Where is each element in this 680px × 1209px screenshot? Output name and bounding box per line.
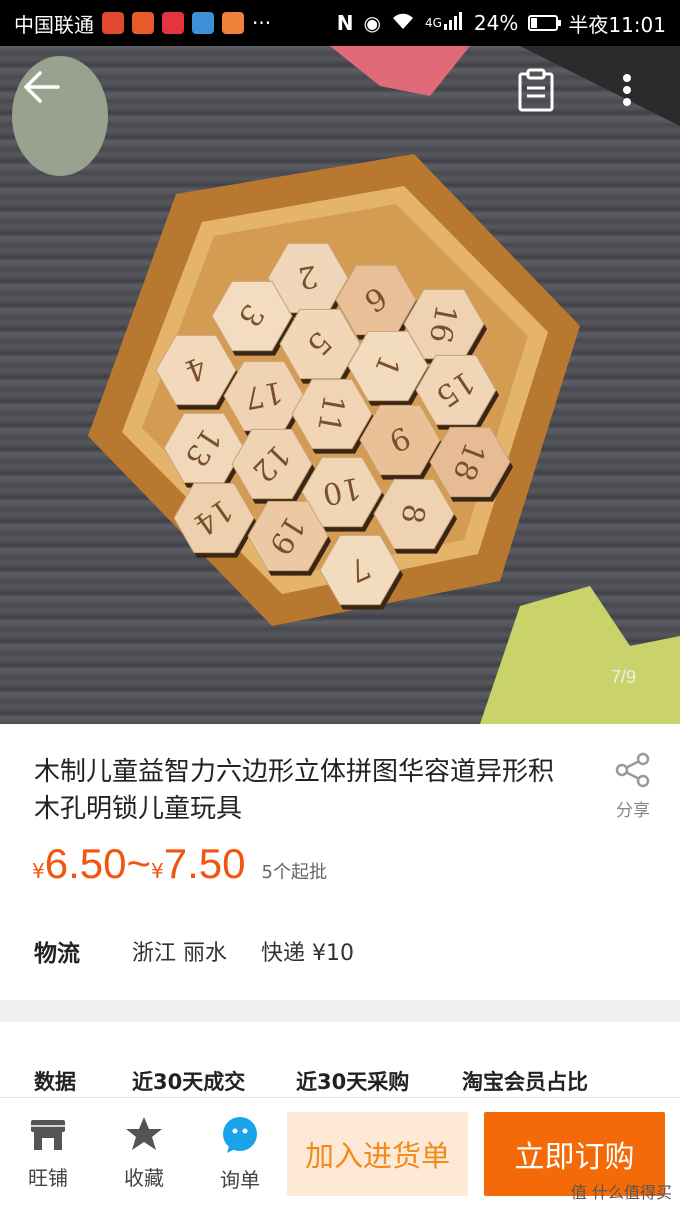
data-column-member-ratio: 淘宝会员占比: [462, 1070, 588, 1094]
currency-symbol: ¥: [32, 859, 45, 883]
minimum-order: 5个起批: [261, 862, 327, 883]
logistics-label: 物流: [34, 941, 80, 967]
star-icon: [126, 1117, 162, 1150]
inquiry-label: 询单: [220, 1168, 260, 1192]
favorite-button[interactable]: 收藏: [104, 1116, 184, 1191]
logistics-row: 物流 浙江 丽水 快递 ¥10: [34, 934, 354, 968]
wifi-icon: [391, 11, 415, 35]
browser-app-icon: [222, 12, 244, 34]
signal-icon: [443, 11, 464, 35]
favorite-label: 收藏: [124, 1166, 164, 1190]
logistics-origin: 浙江 丽水: [132, 941, 227, 966]
price-range: ¥ 6.50 ~ ¥ 7.50 5个起批: [32, 840, 327, 888]
video-app-icon: [132, 12, 154, 34]
battery-fill: [531, 18, 538, 28]
data-column-30day-purchases: 近30天采购: [296, 1070, 410, 1094]
data-section: 数据 近30天成交 近30天采购 淘宝会员占比: [0, 1022, 680, 1102]
status-right: N ◉ 4G 24% 半夜11:01: [337, 9, 666, 38]
add-to-cart-button[interactable]: 加入进货单: [287, 1112, 468, 1196]
back-arrow-icon: [24, 71, 60, 103]
inquiry-button[interactable]: 询单: [200, 1116, 280, 1193]
chat-bubble-icon: [223, 1117, 257, 1153]
hex-tile-number: 16: [422, 302, 464, 346]
image-counter: 7/9: [610, 667, 636, 687]
battery-icon: [528, 15, 562, 31]
price-low: 6.50: [44, 840, 127, 887]
data-column-30day-sales: 近30天成交: [132, 1070, 246, 1094]
watermark: 值 什么值得买: [570, 1183, 672, 1202]
network-type-label: 4G: [424, 16, 442, 30]
product-image-gallery[interactable]: 2 6 3 16 4 5 1 17 15 13 11 9 12 18 10 14 19 8 7 7/9: [0, 46, 680, 724]
app-notification-icon: [102, 12, 124, 34]
more-vertical-icon: [623, 74, 631, 106]
product-title: 木制儿童益智力六边形立体拼图华容道异形积木孔明锁儿童玩具: [34, 757, 555, 824]
price-high: 7.50: [163, 840, 246, 887]
share-button[interactable]: 分享: [600, 752, 666, 821]
nfc-icon: N: [336, 11, 354, 35]
share-label: 分享: [616, 801, 650, 821]
hex-tile-number: 17: [242, 374, 286, 416]
clipboard-icon: [518, 68, 554, 112]
carrier-label: 中国联通: [14, 12, 94, 37]
back-button[interactable]: [22, 70, 72, 120]
more-notifications-icon: ···: [252, 11, 272, 35]
data-label: 数据: [34, 1070, 76, 1094]
shop-icon: [31, 1120, 65, 1150]
shop-label: 旺铺: [28, 1166, 68, 1190]
section-divider: [0, 1000, 680, 1022]
battery-percent: 24%: [473, 11, 519, 35]
clipboard-button[interactable]: [516, 68, 566, 120]
status-left: 中国联通 ···: [14, 9, 271, 38]
more-menu-button[interactable]: [612, 68, 652, 120]
price-separator: ~: [126, 840, 152, 887]
weibo-icon: [162, 12, 184, 34]
product-photo: 263 1645117 151311912 181014 19 87: [12, 46, 680, 724]
pink-star-decoration: [330, 46, 470, 96]
logistics-shipping: 快递 ¥10: [261, 941, 354, 966]
shop-button[interactable]: 旺铺: [8, 1116, 88, 1191]
product-info: 木制儿童益智力六边形立体拼图华容道异形积木孔明锁儿童玩具 分享 ¥ 6.50 ~…: [0, 724, 680, 1000]
card-app-icon: [192, 12, 214, 34]
hex-tile-number: 11: [310, 392, 351, 436]
share-icon: [615, 752, 650, 788]
clock: 半夜11:01: [568, 12, 666, 37]
currency-symbol-high: ¥: [151, 859, 164, 883]
leaf-decoration: [480, 586, 680, 724]
status-bar: 中国联通 ··· N ◉ 4G 24% 半夜11:01: [0, 0, 680, 46]
eye-icon: ◉: [363, 11, 381, 35]
